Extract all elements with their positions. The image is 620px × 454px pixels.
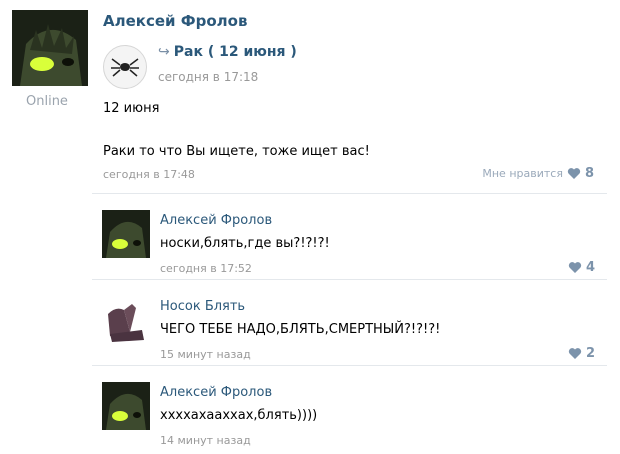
comment: Алексей Фролов носки,блять,где вы?!?!?! … — [92, 193, 607, 279]
comment-like-count: 2 — [585, 346, 595, 361]
comment-like-button[interactable]: 2 — [568, 346, 595, 361]
comment: Алексей Фролов ххххахааххах,блять)))) 14… — [92, 365, 607, 451]
comment-author[interactable]: Алексей Фролов — [160, 385, 272, 400]
share-arrow-icon: ↪ — [158, 44, 170, 60]
comment-author[interactable]: Носок Блять — [160, 299, 245, 314]
comment-avatar[interactable] — [102, 382, 150, 430]
comment-date[interactable]: сегодня в 17:52 — [160, 262, 252, 275]
post-text-line-2: Раки то что Вы ищете, тоже ищет вас! — [103, 144, 370, 159]
comment-like-button[interactable]: 4 — [568, 260, 595, 275]
comment-text: ххххахааххах,блять)))) — [160, 408, 318, 423]
repost-avatar[interactable] — [103, 45, 147, 89]
repost-date[interactable]: сегодня в 17:18 — [158, 70, 258, 84]
comment-like-count: 4 — [585, 260, 595, 275]
like-count: 8 — [584, 166, 594, 181]
post-text-line-1: 12 июня — [103, 101, 160, 116]
comment-author[interactable]: Алексей Фролов — [160, 213, 272, 228]
repost-title-text[interactable]: Рак ( 12 июня ) — [174, 44, 297, 60]
like-label: Мне нравится — [482, 167, 563, 180]
heart-icon — [568, 262, 582, 273]
comment-date[interactable]: 14 минут назад — [160, 434, 251, 447]
comment: Носок Блять ЧЕГО ТЕБЕ НАДО,БЛЯТЬ,СМЕРТНЫ… — [92, 279, 607, 365]
heart-icon — [567, 168, 581, 179]
comment-avatar[interactable] — [102, 296, 150, 344]
comment-text: носки,блять,где вы?!?!?! — [160, 236, 330, 251]
comment-date[interactable]: 15 минут назад — [160, 348, 251, 361]
comments-list: Алексей Фролов носки,блять,где вы?!?!?! … — [92, 193, 607, 451]
comment-text: ЧЕГО ТЕБЕ НАДО,БЛЯТЬ,СМЕРТНЫЙ?!?!?! — [160, 322, 441, 337]
author-avatar[interactable] — [12, 10, 88, 86]
post-author-name[interactable]: Алексей Фролов — [103, 12, 247, 30]
heart-icon — [568, 348, 582, 359]
comment-avatar[interactable] — [102, 210, 150, 258]
post-date[interactable]: сегодня в 17:48 — [103, 168, 195, 181]
spider-icon — [111, 58, 139, 77]
repost-title[interactable]: ↪ Рак ( 12 июня ) — [158, 44, 297, 60]
online-status: Online — [26, 94, 68, 109]
post-like-button[interactable]: Мне нравится 8 — [482, 166, 594, 181]
